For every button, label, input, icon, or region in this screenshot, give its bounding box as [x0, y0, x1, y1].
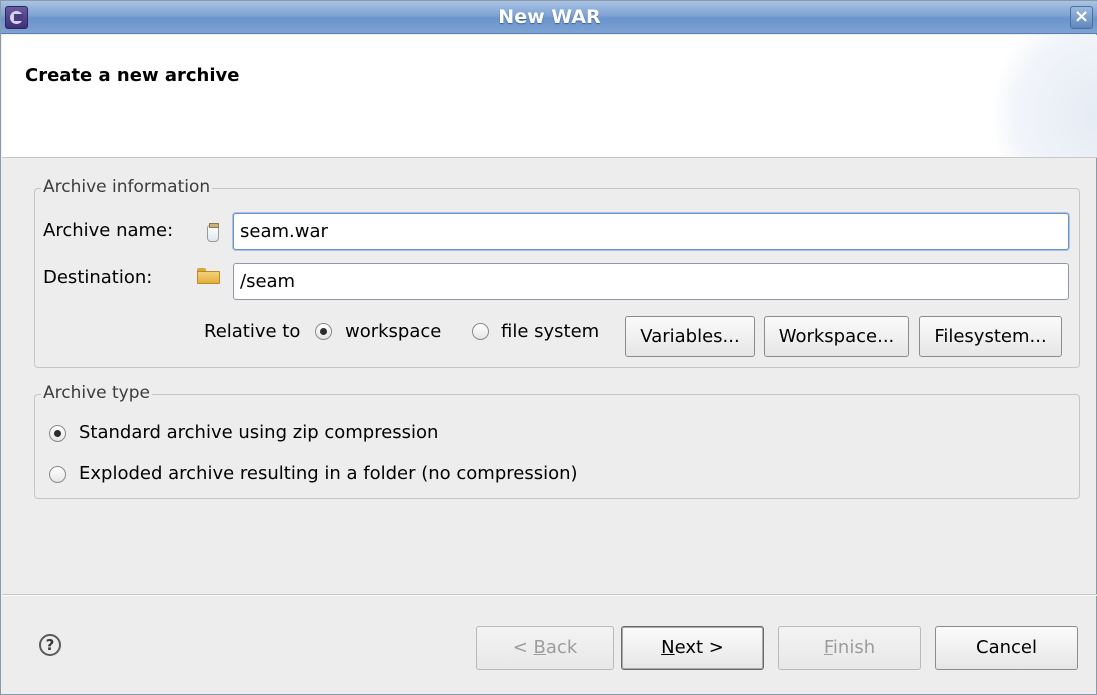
back-prefix: < — [512, 637, 534, 658]
jar-icon — [207, 223, 219, 242]
finish-rest: inish — [832, 637, 876, 658]
page-title: Create a new archive — [25, 65, 240, 86]
exploded-archive-radio[interactable] — [49, 466, 66, 483]
variables-button[interactable]: Variables... — [625, 316, 755, 357]
relative-filesystem-radio[interactable] — [472, 323, 489, 340]
archive-type-legend: Archive type — [41, 383, 152, 403]
destination-input[interactable] — [233, 263, 1069, 300]
archive-name-label: Archive name: — [43, 220, 174, 241]
header-decoration — [977, 35, 1097, 157]
next-rest: ext > — [674, 637, 724, 658]
new-war-dialog: New WAR × Create a new archive Archive i… — [0, 0, 1097, 695]
archive-name-input[interactable] — [233, 213, 1069, 250]
back-mnemonic: B — [533, 637, 546, 658]
title-bar[interactable]: New WAR × — [1, 1, 1097, 34]
finish-button[interactable]: Finish — [778, 626, 921, 670]
footer-divider — [2, 594, 1097, 596]
relative-workspace-radio[interactable] — [315, 323, 332, 340]
next-mnemonic: N — [661, 637, 675, 658]
relative-filesystem-label[interactable]: file system — [501, 321, 599, 342]
cancel-button[interactable]: Cancel — [935, 626, 1078, 670]
wizard-header: Create a new archive — [2, 35, 1097, 158]
standard-archive-radio[interactable] — [49, 425, 66, 442]
workspace-button[interactable]: Workspace... — [764, 316, 909, 357]
relative-to-label: Relative to — [204, 321, 301, 342]
filesystem-button[interactable]: Filesystem... — [919, 316, 1062, 357]
finish-mnemonic: F — [823, 637, 833, 658]
folder-open-icon — [197, 268, 220, 284]
standard-archive-label[interactable]: Standard archive using zip compression — [79, 422, 438, 443]
window-title: New WAR — [498, 6, 601, 28]
relative-workspace-label[interactable]: workspace — [345, 321, 441, 342]
archive-information-legend: Archive information — [41, 177, 213, 197]
exploded-archive-label[interactable]: Exploded archive resulting in a folder (… — [79, 463, 578, 484]
close-button[interactable]: × — [1070, 6, 1093, 29]
help-icon[interactable]: ? — [39, 634, 61, 656]
next-button[interactable]: Next > — [621, 626, 764, 670]
destination-label: Destination: — [43, 267, 153, 288]
back-button[interactable]: < Back — [476, 626, 614, 670]
back-rest: ack — [545, 637, 578, 658]
